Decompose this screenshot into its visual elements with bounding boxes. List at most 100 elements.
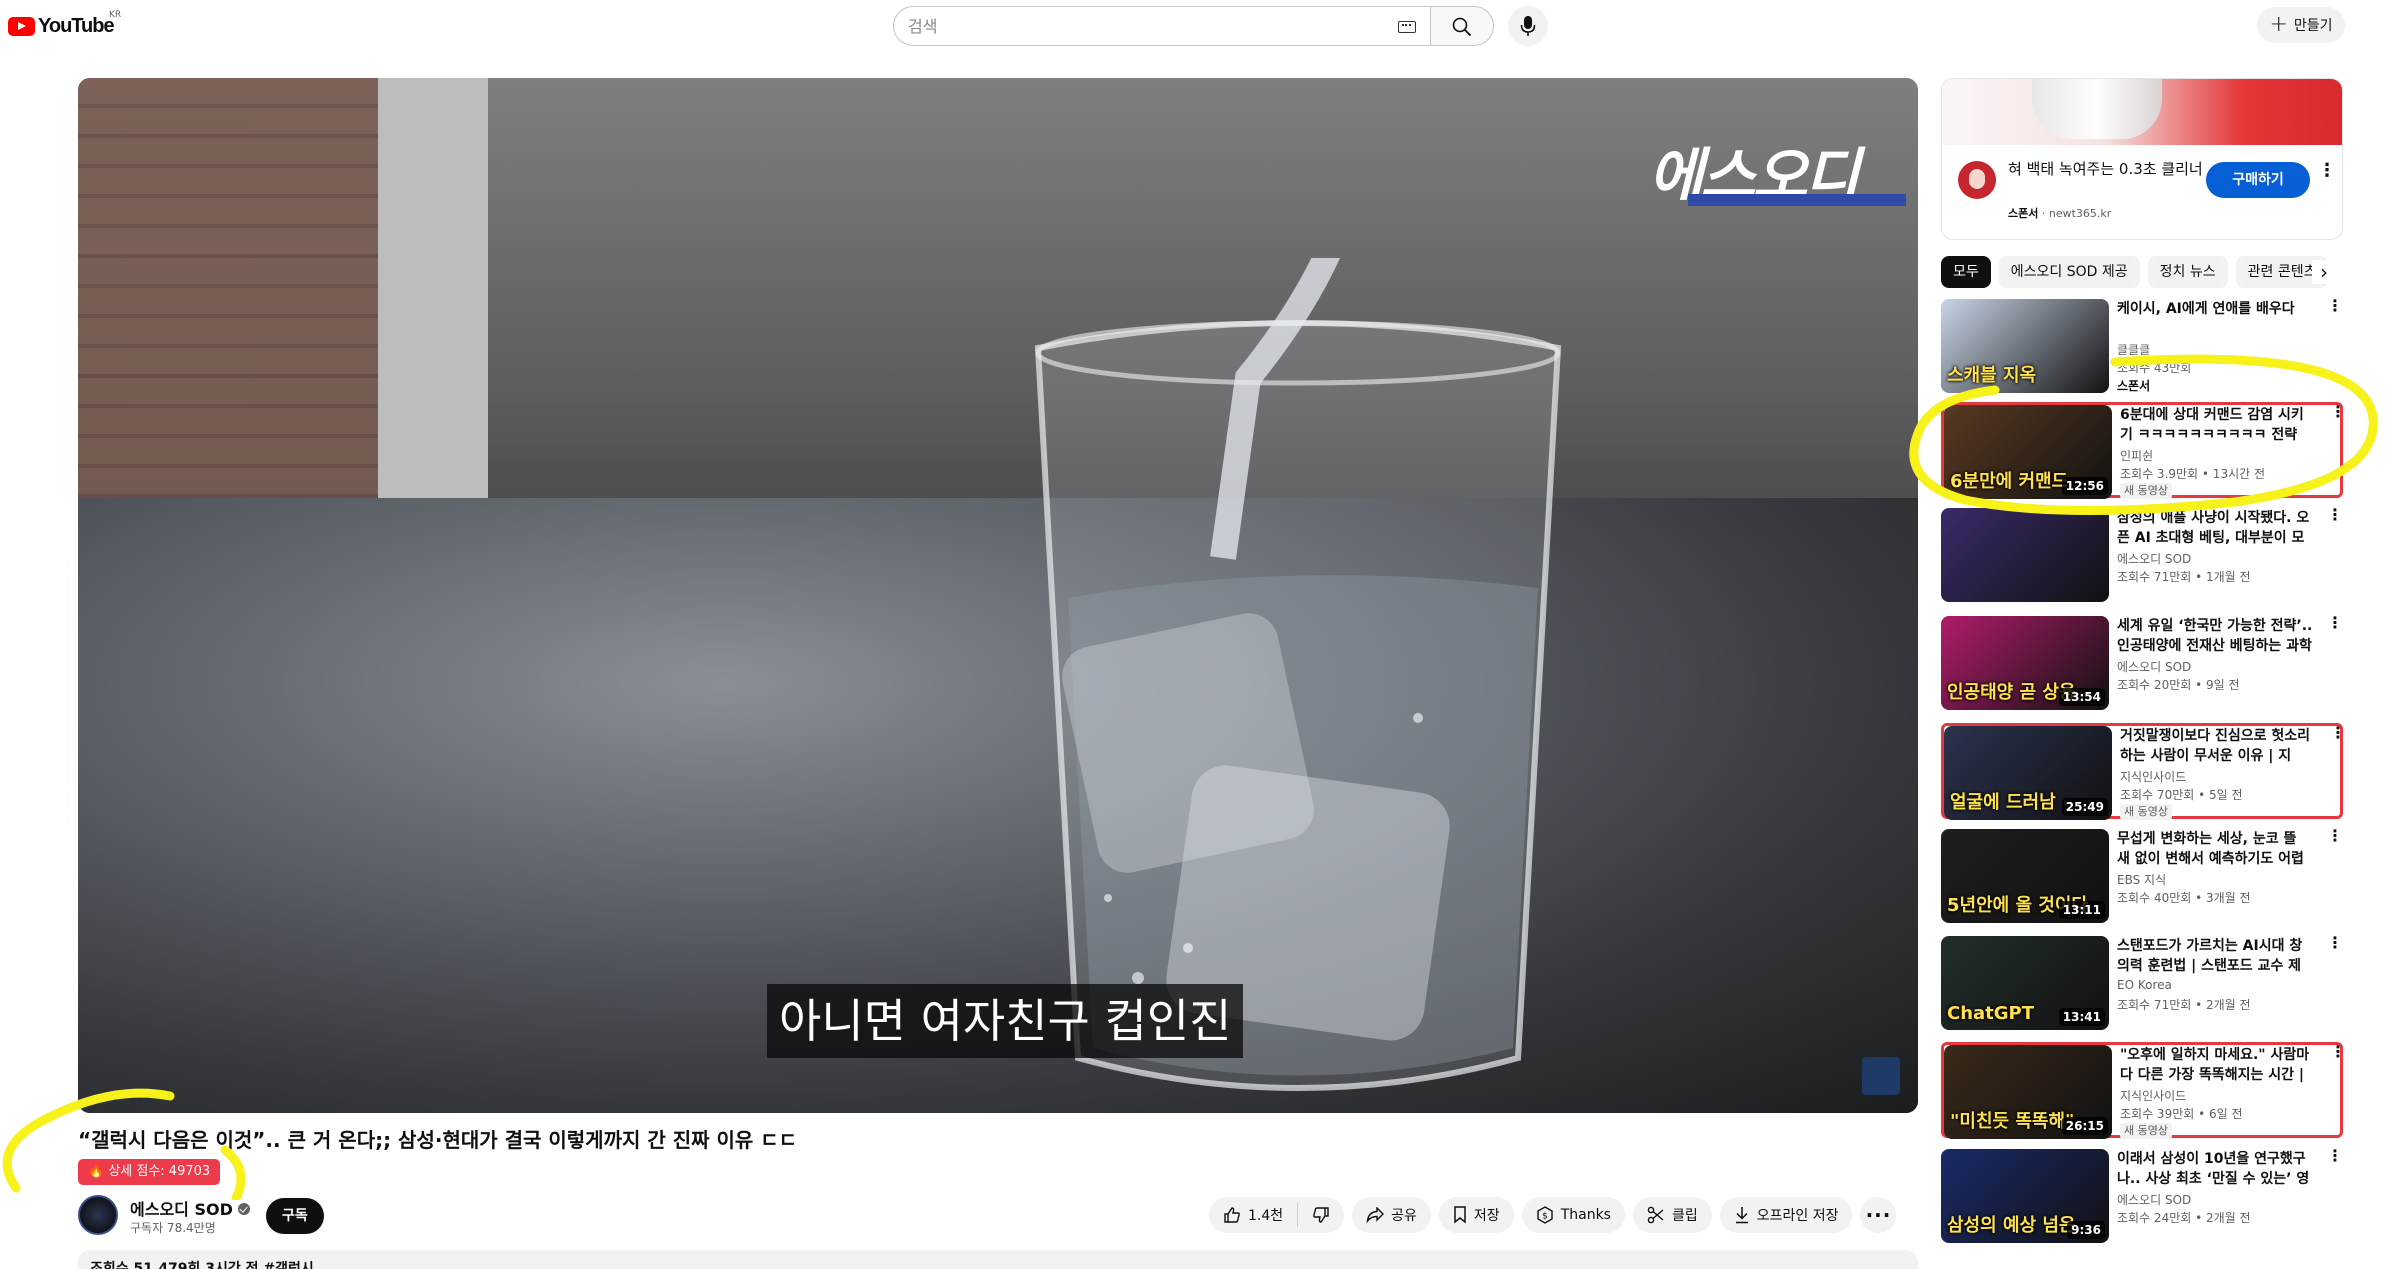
search-icon	[1452, 17, 1472, 37]
thumbnail-text: 삼성의 예상 넘은	[1947, 1215, 2076, 1236]
video-thumbnail[interactable]: ChatGPT 13:41	[1941, 936, 2109, 1030]
more-vertical-icon[interactable]: ⋮	[2327, 507, 2343, 523]
video-duration: 13:11	[2058, 901, 2105, 919]
channel-branding-icon[interactable]	[1862, 1057, 1900, 1095]
recommendation-item[interactable]: 삼성의 예상 넘은 9:36 이래서 삼성이 10년을 연구했구나.. 사상 최초 …	[1941, 1148, 2343, 1245]
recommendation-views: 조회수 39만회 • 6일 전	[2120, 1107, 2243, 1121]
channel-avatar[interactable]	[78, 1195, 118, 1235]
chip-all[interactable]: 모두	[1941, 256, 1991, 288]
recommendation-item[interactable]: "미친듯 똑똑해" 26:15 "오후에 일하지 마세요." 사람마다 다른 가장 …	[1941, 1042, 2346, 1139]
video-thumbnail[interactable]: 6분만에 커맨드 12:56	[1944, 405, 2112, 499]
like-button[interactable]: 1.4천	[1209, 1197, 1297, 1233]
save-button[interactable]: 저장	[1438, 1197, 1514, 1233]
recommendation-item[interactable]: 스캐블 지옥 케이시, AI에게 연애를 배우다 클클클 조회수 43만회 스폰서 ⋮	[1941, 298, 2343, 395]
more-vertical-icon[interactable]: ⋮	[2327, 1148, 2343, 1164]
more-vertical-icon[interactable]: ⋮	[2330, 1044, 2346, 1060]
recommendation-title[interactable]: "오후에 일하지 마세요." 사람마다 다른 가장 똑똑해지는 시간 | 지..…	[2120, 1045, 2316, 1085]
recommendation-title[interactable]: 거짓말쟁이보다 진심으로 헛소리 하는 사람이 무서운 이유 | 지식...	[2120, 726, 2316, 766]
recommendation-channel[interactable]: 지식인사이드	[2120, 1087, 2186, 1104]
recommendation-item[interactable]: 5년안에 올 것이다 13:11 무섭게 변화하는 세상, 눈코 뜰 새 없이 변해…	[1941, 828, 2343, 925]
recommendation-title[interactable]: 6분대에 상대 커맨드 감염 시키기 ㅋㅋㅋㅋㅋㅋㅋㅋㅋㅋ 전략 ...	[2120, 405, 2316, 445]
video-thumbnail[interactable]: 인공태양 곧 상용 13:54	[1941, 616, 2109, 710]
thanks-button[interactable]: $ Thanks	[1521, 1197, 1625, 1233]
thumbnail-text: "미친듯 똑똑해"	[1950, 1111, 2075, 1132]
voice-search-button[interactable]	[1508, 6, 1548, 46]
video-thumbnail[interactable]: "미친듯 똑똑해" 26:15	[1944, 1045, 2112, 1139]
ad-more-icon[interactable]: ⋮	[2318, 162, 2336, 180]
video-frame-brick	[78, 78, 378, 498]
chevron-right-icon[interactable]: ›	[2312, 260, 2336, 284]
description-box[interactable]: 조회수 51,479회 3시간 전 #갤럭시	[78, 1250, 1918, 1269]
like-dislike-group: 1.4천	[1209, 1197, 1345, 1233]
recommendation-channel[interactable]: 에스오디 SOD	[2117, 1191, 2191, 1208]
recommendation-views: 조회수 40만회 • 3개월 전	[2117, 891, 2251, 905]
new-video-badge: 새 동영상	[2120, 1123, 2172, 1139]
recommendation-channel[interactable]: 에스오디 SOD	[2117, 658, 2191, 675]
recommendation-title[interactable]: 삼성의 애플 사냥이 시작됐다. 오픈 AI 초대형 베팅, 대부분이 모르는 …	[2117, 508, 2313, 548]
youtube-logo[interactable]: YouTube	[8, 13, 115, 39]
video-thumbnail[interactable]: 삼성의 예상 넘은 9:36	[1941, 1149, 2109, 1243]
search-button[interactable]	[1430, 6, 1494, 46]
play-logo-icon	[8, 16, 35, 36]
recommendation-channel[interactable]: 지식인사이드	[2120, 768, 2186, 785]
search-input[interactable]	[908, 7, 1348, 45]
filter-chips: 모두 에스오디 SOD 제공 정치 뉴스 관련 콘텐츠	[1941, 256, 2341, 288]
video-thumbnail[interactable]: 얼굴에 드러남 25:49	[1944, 726, 2112, 820]
recommendation-channel[interactable]: 클클클	[2117, 341, 2150, 358]
subscriber-count: 구독자 78.4만명	[130, 1221, 216, 1235]
video-player[interactable]: 에스오디 아니면 여자친구 컵인진	[78, 78, 1918, 1113]
advertiser-avatar[interactable]	[1958, 161, 1996, 199]
chip-from-channel[interactable]: 에스오디 SOD 제공	[1998, 256, 2140, 288]
offline-label: 오프라인 저장	[1756, 1208, 1839, 1224]
channel-name[interactable]: 에스오디 SOD	[130, 1200, 233, 1219]
create-button[interactable]: + 만들기	[2257, 7, 2345, 43]
description-preview: 조회수 51,479회 3시간 전 #갤럭시	[90, 1261, 314, 1269]
channel-name-row[interactable]: 에스오디 SOD	[130, 1196, 250, 1220]
more-vertical-icon[interactable]: ⋮	[2327, 298, 2343, 314]
recommendation-item[interactable]: ChatGPT 13:41 스탠포드가 가르치는 AI시대 창의력 훈련법 | 스탠…	[1941, 935, 2343, 1032]
more-vertical-icon[interactable]: ⋮	[2327, 615, 2343, 631]
recommendation-channel[interactable]: 인피쉰	[2120, 447, 2153, 464]
thumbnail-text: ChatGPT	[1947, 1003, 2035, 1024]
recommendation-channel[interactable]: 에스오디 SOD	[2117, 550, 2191, 567]
video-thumbnail[interactable]	[1941, 508, 2109, 602]
recommendation-title[interactable]: 이래서 삼성이 10년을 연구했구나.. 사상 최초 ‘만질 수 있는’ 영상이…	[2117, 1149, 2313, 1189]
more-vertical-icon[interactable]: ⋮	[2330, 725, 2346, 741]
video-thumbnail[interactable]: 스캐블 지옥	[1941, 299, 2109, 393]
clip-button[interactable]: 클립	[1632, 1197, 1712, 1233]
search-box[interactable]	[893, 6, 1430, 46]
recommendation-item[interactable]: 인공태양 곧 상용 13:54 세계 유일 ‘한국만 가능한 전략’.. 인공태양에…	[1941, 615, 2343, 712]
keyboard-icon[interactable]	[1398, 21, 1416, 33]
recommendation-title[interactable]: 무섭게 변화하는 세상, 눈코 뜰 새 없이 변해서 예측하기도 어렵다는...	[2117, 829, 2313, 869]
scissors-icon	[1647, 1206, 1664, 1224]
recommendation-title[interactable]: 스탠포드가 가르치는 AI시대 창의력 훈련법 | 스탠포드 교수 제레미 ..…	[2117, 936, 2313, 976]
recommendation-title[interactable]: 세계 유일 ‘한국만 가능한 전략’.. 인공태양에 전재산 베팅하는 과학자.…	[2117, 616, 2313, 656]
recommendation-channel[interactable]: EBS 지식	[2117, 871, 2166, 888]
more-vertical-icon[interactable]: ⋮	[2327, 828, 2343, 844]
recommendation-item[interactable]: 얼굴에 드러남 25:49 거짓말쟁이보다 진심으로 헛소리 하는 사람이 무서운 …	[1941, 723, 2346, 820]
more-actions-button[interactable]: ···	[1860, 1197, 1897, 1233]
more-vertical-icon[interactable]: ⋮	[2327, 935, 2343, 951]
recommendation-channel[interactable]: EO Korea	[2117, 978, 2172, 992]
verified-icon	[237, 1203, 250, 1215]
sponsored-label: 스폰서	[2117, 379, 2151, 393]
video-thumbnail[interactable]: 5년안에 올 것이다 13:11	[1941, 829, 2109, 923]
save-label: 저장	[1473, 1208, 1500, 1224]
watermark-underline	[1688, 194, 1906, 206]
recommendation-title[interactable]: 케이시, AI에게 연애를 배우다	[2117, 299, 2313, 319]
ad-title[interactable]: 혀 백태 녹여주는 0.3초 클리너	[2008, 159, 2208, 179]
recommendation-item[interactable]: 삼성의 애플 사냥이 시작됐다. 오픈 AI 초대형 베팅, 대부분이 모르는 …	[1941, 507, 2343, 604]
share-button[interactable]: 공유	[1352, 1197, 1431, 1233]
chip-politics-news[interactable]: 정치 뉴스	[2147, 256, 2228, 288]
recommendation-views: 조회수 20만회 • 9일 전	[2117, 678, 2240, 692]
recommendation-item[interactable]: 6분만에 커맨드 12:56 6분대에 상대 커맨드 감염 시키기 ㅋㅋㅋㅋㅋㅋㅋㅋ…	[1941, 402, 2346, 499]
offline-save-button[interactable]: 오프라인 저장	[1719, 1197, 1853, 1233]
sponsored-ad-card[interactable]: 혀 백태 녹여주는 0.3초 클리너 스폰서 · newt365.kr 구매하기…	[1941, 78, 2343, 240]
buy-button[interactable]: 구매하기	[2206, 162, 2310, 198]
more-vertical-icon[interactable]: ⋮	[2330, 404, 2346, 420]
subscribe-button[interactable]: 구독	[266, 1198, 324, 1234]
thumbnail-text: 인공태양 곧 상용	[1947, 682, 2076, 703]
thumbnail-text: 6분만에 커맨드	[1950, 471, 2069, 492]
dislike-button[interactable]	[1298, 1197, 1344, 1233]
more-horizontal-icon: ···	[1865, 1203, 1892, 1227]
